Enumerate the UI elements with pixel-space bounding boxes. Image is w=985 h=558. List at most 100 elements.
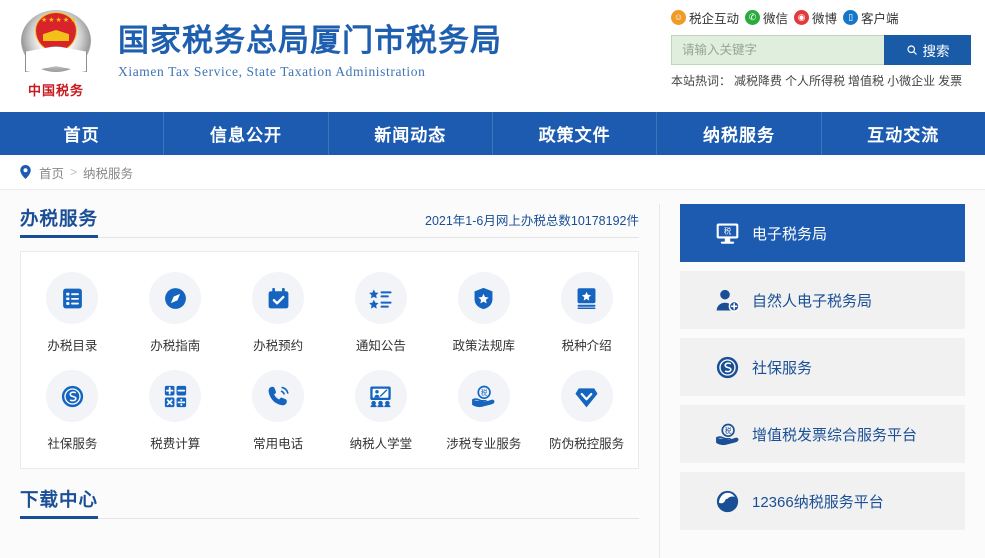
- section-statistic: 2021年1-6月网上办税总数10178192件: [425, 214, 639, 228]
- nav-item-news[interactable]: 新闻动态: [329, 112, 493, 155]
- site-logo[interactable]: ★★★★★ 中国税务: [10, 6, 102, 106]
- service-tile-notice[interactable]: 通知公告: [330, 266, 433, 358]
- monitor-tax-icon: 税: [714, 220, 740, 246]
- section-title: 办税服务: [20, 205, 99, 238]
- hotwords-label: 本站热词：: [671, 74, 732, 88]
- hotword-item[interactable]: 增值税: [848, 74, 884, 88]
- service-tile-classroom[interactable]: 纳税人学堂: [330, 364, 433, 456]
- nav-item-home[interactable]: 首页: [0, 112, 165, 155]
- search-bar: 搜索: [665, 35, 985, 65]
- weibo-icon: ◉: [794, 9, 810, 25]
- service-tile-appointment[interactable]: 办税预约: [227, 266, 330, 358]
- compass-icon: [149, 272, 202, 324]
- sidebar-item-label: 自然人电子税务局: [752, 292, 873, 310]
- tax-service-section-header: 办税服务 2021年1-6月网上办税总数10178192件: [20, 204, 639, 238]
- breadcrumb-separator: >: [70, 165, 78, 179]
- service-tile-label: 防伪税控服务: [549, 437, 625, 451]
- national-emblem-icon: ★★★★★: [19, 6, 93, 78]
- wechat-icon: ✆: [745, 9, 761, 25]
- hotword-item[interactable]: 发票: [938, 74, 962, 88]
- nav-item-policy[interactable]: 政策文件: [493, 112, 658, 155]
- calendar-check-icon: [252, 272, 305, 324]
- service-tile-label: 政策法规库: [452, 339, 515, 353]
- pinwheel-icon: [714, 488, 740, 514]
- header-right: ☺ 税企互动 ✆ 微信 ◉ 微博 ▯ 客户端 搜索: [665, 6, 985, 89]
- service-tile-label: 税种介绍: [561, 339, 612, 353]
- nav-item-taxserv[interactable]: 纳税服务: [657, 112, 822, 155]
- social-link-weibo[interactable]: ◉ 微博: [794, 8, 837, 27]
- service-tile-taxtypes[interactable]: 税种介绍: [535, 266, 638, 358]
- star-list-icon: [354, 272, 407, 324]
- hotword-item[interactable]: 小微企业: [887, 74, 935, 88]
- breadcrumb: 首页 > 纳税服务: [0, 155, 985, 190]
- service-tile-catalog[interactable]: 办税目录: [21, 266, 124, 358]
- search-button[interactable]: 搜索: [884, 35, 971, 65]
- service-tile-label: 社保服务: [47, 437, 98, 451]
- book-star-icon: [560, 272, 613, 324]
- sidebar-item-natural-person-etax[interactable]: 自然人电子税务局: [680, 271, 965, 329]
- chat-icon: ☺: [671, 9, 686, 25]
- service-tile-label: 常用电话: [253, 437, 304, 451]
- sidebar: 税 电子税务局 自然人电子税务局 社保服务 税 增值税发票综合服务平台 1236…: [660, 204, 984, 558]
- hotwords-row: 本站热词： 减税降费 个人所得税 增值税 小微企业 发票: [665, 72, 985, 89]
- download-section-header: 下载中心: [20, 485, 639, 519]
- service-tile-regulations[interactable]: 政策法规库: [432, 266, 535, 358]
- sidebar-item-social-security[interactable]: 社保服务: [680, 338, 965, 396]
- search-input[interactable]: [671, 35, 884, 65]
- breadcrumb-home[interactable]: 首页: [39, 163, 64, 182]
- social-link-wechat[interactable]: ✆ 微信: [745, 8, 788, 27]
- social-label: 微信: [763, 11, 789, 26]
- social-link-taxchat[interactable]: ☺ 税企互动: [671, 8, 739, 27]
- page-body: 办税服务 2021年1-6月网上办税总数10178192件 办税目录 办税指南 …: [0, 190, 985, 558]
- breadcrumb-current: 纳税服务: [83, 166, 134, 181]
- social-link-app[interactable]: ▯ 客户端: [843, 8, 899, 27]
- search-button-label: 搜索: [922, 44, 950, 59]
- social-label: 税企互动: [689, 11, 740, 26]
- nav-item-info[interactable]: 信息公开: [164, 112, 329, 155]
- list-doc-icon: [46, 272, 99, 324]
- sidebar-item-etax[interactable]: 税 电子税务局: [680, 204, 965, 262]
- svg-text:税: 税: [724, 426, 731, 435]
- service-tile-label: 税费计算: [150, 437, 201, 451]
- service-tile-phone[interactable]: 常用电话: [227, 364, 330, 456]
- social-label: 微博: [812, 11, 838, 26]
- service-tile-label: 办税预约: [253, 339, 304, 353]
- shield-star-icon: [457, 272, 510, 324]
- service-tile-label: 办税目录: [47, 339, 98, 353]
- person-add-icon: [714, 287, 740, 313]
- sidebar-item-label: 12366纳税服务平台: [752, 493, 884, 511]
- service-tile-label: 办税指南: [150, 339, 201, 353]
- service-tile-taxprofessional[interactable]: 税 涉税专业服务: [432, 364, 535, 456]
- site-title-cn: 国家税务总局厦门市税务局: [118, 23, 502, 58]
- service-tile-antifake[interactable]: 防伪税控服务: [535, 364, 638, 456]
- location-pin-icon: [20, 165, 31, 179]
- service-tile-label: 涉税专业服务: [446, 437, 522, 451]
- app-icon: ▯: [843, 9, 859, 25]
- svg-text:税: 税: [481, 388, 488, 397]
- service-tile-guide[interactable]: 办税指南: [124, 266, 227, 358]
- nav-item-interact[interactable]: 互动交流: [822, 112, 985, 155]
- sidebar-item-12366-platform[interactable]: 12366纳税服务平台: [680, 472, 965, 530]
- download-title: 下载中心: [20, 486, 99, 519]
- sidebar-item-label: 增值税发票综合服务平台: [752, 426, 918, 444]
- sidebar-item-vat-invoice-platform[interactable]: 税 增值税发票综合服务平台: [680, 405, 965, 463]
- service-tile-socialsecurity[interactable]: 社保服务: [21, 364, 124, 456]
- site-title-block: 国家税务总局厦门市税务局 Xiamen Tax Service, State T…: [118, 23, 502, 80]
- classroom-icon: [354, 370, 407, 422]
- hotword-item[interactable]: 减税降费: [734, 74, 782, 88]
- hand-tax-icon: 税: [457, 370, 510, 422]
- social-label: 客户端: [861, 11, 899, 26]
- social-links: ☺ 税企互动 ✆ 微信 ◉ 微博 ▯ 客户端: [665, 6, 985, 28]
- hotword-item[interactable]: 个人所得税: [785, 74, 845, 88]
- phone-icon: [252, 370, 305, 422]
- logo-text: 中国税务: [27, 83, 84, 98]
- service-tile-label: 通知公告: [355, 339, 406, 353]
- sidebar-item-label: 社保服务: [752, 359, 813, 377]
- site-header: ★★★★★ 中国税务 国家税务总局厦门市税务局 Xiamen Tax Servi…: [0, 0, 985, 112]
- calculator-icon: [149, 370, 202, 422]
- sidebar-item-label: 电子税务局: [752, 225, 828, 243]
- service-tiles-panel: 办税目录 办税指南 办税预约 通知公告 政策法规库 税种介绍 社保服务 税费计算…: [20, 251, 639, 469]
- search-icon: [906, 45, 917, 55]
- diamond-shield-icon: [560, 370, 613, 422]
- service-tile-calculator[interactable]: 税费计算: [124, 364, 227, 456]
